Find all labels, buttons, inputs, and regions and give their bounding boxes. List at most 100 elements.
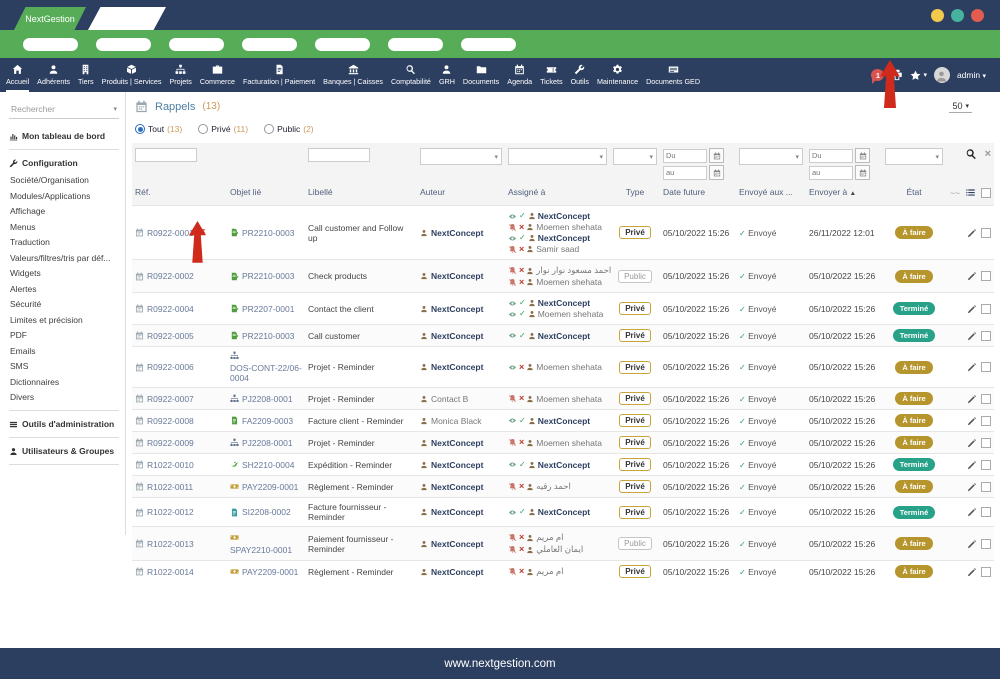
sidebar-section-configuration[interactable]: Configuration (9, 158, 119, 168)
nav-item-banques-caisses[interactable]: Banques | Caisses (319, 58, 387, 92)
ref-link[interactable]: R0922-0001 (147, 228, 194, 238)
author-name[interactable]: NextConcept (431, 567, 483, 577)
filter-date-to-date-future[interactable] (663, 166, 707, 180)
sort-asc-icon[interactable]: ▲ (850, 190, 856, 197)
edit-pencil-icon[interactable] (967, 567, 977, 577)
filter-select-auteur[interactable]: ▾ (420, 148, 502, 165)
filter-select-tat[interactable]: ▾ (885, 148, 943, 165)
ref-link[interactable]: R1022-0010 (147, 460, 194, 470)
edit-pencil-icon[interactable] (967, 482, 977, 492)
nav-item-tiers[interactable]: Tiers (74, 58, 98, 92)
sidebar-item-divers[interactable]: Divers (10, 392, 119, 402)
assignee-name[interactable]: Moemen shehata (536, 394, 602, 404)
author-name[interactable]: NextConcept (431, 460, 483, 470)
print-icon[interactable] (891, 69, 903, 81)
sidebar-item-widgets[interactable]: Widgets (10, 268, 119, 278)
select-all-checkbox[interactable] (981, 188, 991, 198)
sidebar-section-mon-tableau-de-bord[interactable]: Mon tableau de bord (9, 131, 119, 141)
assignee-name[interactable]: NextConcept (538, 507, 590, 517)
edit-pencil-icon[interactable] (967, 438, 977, 448)
maximize-dot[interactable] (951, 9, 964, 22)
sidebar-item-dictionnaires[interactable]: Dictionnaires (10, 377, 119, 387)
row-checkbox[interactable] (981, 416, 991, 426)
assignee-name[interactable]: NextConcept (538, 416, 590, 426)
edit-pencil-icon[interactable] (967, 460, 977, 470)
sidebar-item-sms[interactable]: SMS (10, 361, 119, 371)
minimize-dot[interactable] (931, 9, 944, 22)
filter-date-from-date-future[interactable] (663, 149, 707, 163)
sidebar-section-outils-d-administration[interactable]: Outils d'administration (9, 419, 119, 429)
ref-link[interactable]: R1022-0012 (147, 507, 194, 517)
column-header-envoy-aux[interactable]: Envoyé aux ... (739, 187, 793, 197)
date-picker-button[interactable] (855, 165, 870, 180)
sidebar-item-affichage[interactable]: Affichage (10, 206, 119, 216)
menu-pill[interactable] (388, 38, 443, 51)
row-checkbox[interactable] (981, 228, 991, 238)
sidebar-item-pdf[interactable]: PDF (10, 330, 119, 340)
row-checkbox[interactable] (981, 362, 991, 372)
assignee-name[interactable]: ام مريم (536, 566, 563, 577)
linked-object-link[interactable]: PR2210-0003 (242, 271, 294, 281)
row-checkbox[interactable] (981, 482, 991, 492)
linked-object-link[interactable]: PR2210-0003 (242, 331, 294, 341)
row-checkbox[interactable] (981, 438, 991, 448)
sidebar-item-limites-et-pr-cision[interactable]: Limites et précision (10, 315, 119, 325)
menu-pill[interactable] (169, 38, 224, 51)
list-view-icon[interactable] (965, 187, 976, 198)
column-header-libell[interactable]: Libellé (308, 187, 333, 197)
ref-link[interactable]: R0922-0005 (147, 331, 194, 341)
ref-link[interactable]: R0922-0009 (147, 438, 194, 448)
row-checkbox[interactable] (981, 539, 991, 549)
filter-input-libell[interactable] (308, 148, 370, 162)
row-checkbox[interactable] (981, 567, 991, 577)
linked-object-link[interactable]: PJ2208-0001 (242, 438, 293, 448)
nav-item-accueil[interactable]: Accueil (2, 58, 33, 92)
row-checkbox[interactable] (981, 507, 991, 517)
author-name[interactable]: Monica Black (431, 416, 482, 426)
nav-item-projets[interactable]: Projets (165, 58, 195, 92)
search-filter-button[interactable] (965, 148, 977, 160)
linked-object-link[interactable]: SI2208-0002 (242, 507, 291, 517)
linked-object-link[interactable]: SH2210-0004 (242, 460, 294, 470)
filter-select-envoy-aux[interactable]: ▾ (739, 148, 803, 165)
menu-pill[interactable] (242, 38, 297, 51)
ref-link[interactable]: R0922-0007 (147, 394, 194, 404)
ref-link[interactable]: R0922-0008 (147, 416, 194, 426)
edit-pencil-icon[interactable] (967, 362, 977, 372)
assignee-name[interactable]: احمد مسعود نوار نوار (536, 265, 611, 276)
radio-public[interactable]: Public (2) (264, 124, 314, 134)
edit-pencil-icon[interactable] (967, 228, 977, 238)
ref-link[interactable]: R0922-0004 (147, 304, 194, 314)
ref-link[interactable]: R0922-0006 (147, 362, 194, 372)
date-picker-button[interactable] (709, 148, 724, 163)
sidebar-search-select[interactable]: Rechercher ▾ (9, 100, 119, 119)
nav-item-facturation-paiement[interactable]: Facturation | Paiement (239, 58, 319, 92)
sidebar-item-alertes[interactable]: Alertes (10, 284, 119, 294)
notification-badge[interactable]: 1 (871, 69, 884, 81)
bookmarks-menu[interactable]: ▾ (910, 70, 927, 81)
clear-filters-button[interactable]: × (985, 148, 991, 160)
row-checkbox[interactable] (981, 304, 991, 314)
column-header-date-future[interactable]: Date future (663, 187, 705, 197)
assignee-name[interactable]: NextConcept (538, 331, 590, 341)
nav-item-produits-services[interactable]: Produits | Services (98, 58, 166, 92)
column-header-type[interactable]: Type (626, 187, 644, 197)
sidebar-item-menus[interactable]: Menus (10, 222, 119, 232)
edit-pencil-icon[interactable] (967, 394, 977, 404)
author-name[interactable]: NextConcept (431, 482, 483, 492)
column-header-assign[interactable]: Assigné à (508, 187, 545, 197)
assignee-name[interactable]: NextConcept (538, 233, 590, 243)
author-name[interactable]: NextConcept (431, 228, 483, 238)
date-picker-button[interactable] (855, 148, 870, 163)
author-name[interactable]: NextConcept (431, 271, 483, 281)
radio-tout[interactable]: Tout (13) (135, 124, 182, 134)
menu-pill[interactable] (315, 38, 370, 51)
edit-pencil-icon[interactable] (967, 271, 977, 281)
author-name[interactable]: NextConcept (431, 362, 483, 372)
row-checkbox[interactable] (981, 271, 991, 281)
nav-item-tickets[interactable]: Tickets (536, 58, 567, 92)
sidebar-item-emails[interactable]: Emails (10, 346, 119, 356)
author-name[interactable]: NextConcept (431, 539, 483, 549)
avatar[interactable] (934, 67, 950, 83)
linked-object-link[interactable]: PAY2209-0001 (242, 567, 298, 577)
